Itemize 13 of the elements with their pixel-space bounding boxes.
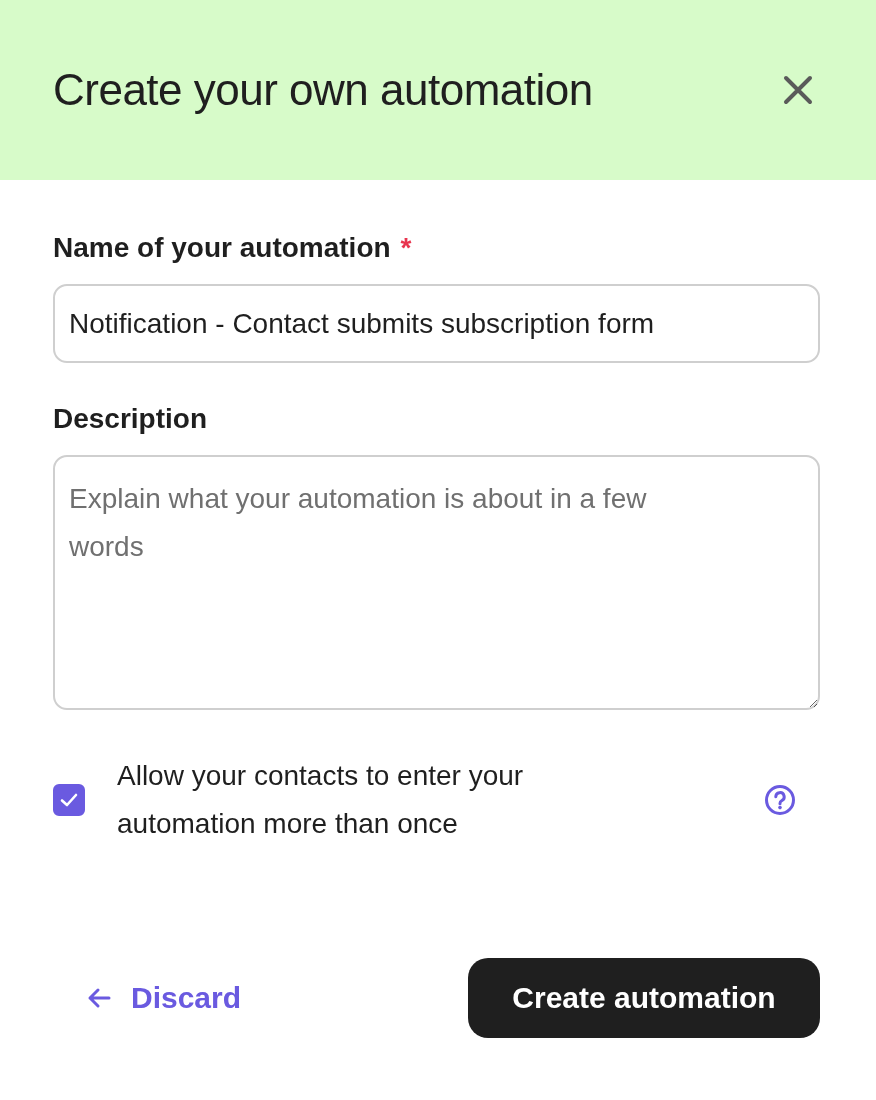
close-button[interactable]: [782, 74, 814, 106]
required-mark: *: [400, 232, 412, 264]
dialog-title: Create your own automation: [53, 65, 593, 115]
description-input-field[interactable]: Explain what your automation is about in a few words: [53, 455, 820, 710]
create-automation-button[interactable]: Create automation: [468, 958, 820, 1038]
discard-link[interactable]: Discard: [87, 981, 242, 1015]
checkbox[interactable]: [53, 784, 85, 816]
checkbox-label: Allow your contacts to enter your automation more than once: [117, 759, 525, 841]
field-label: Name of your automation: [53, 232, 391, 264]
arrow-left-icon: [87, 987, 111, 1009]
help-icon[interactable]: [764, 784, 796, 816]
field-label: Description: [53, 403, 208, 435]
name-input-field[interactable]: Notification - Contact submits subscription form: [53, 284, 820, 363]
